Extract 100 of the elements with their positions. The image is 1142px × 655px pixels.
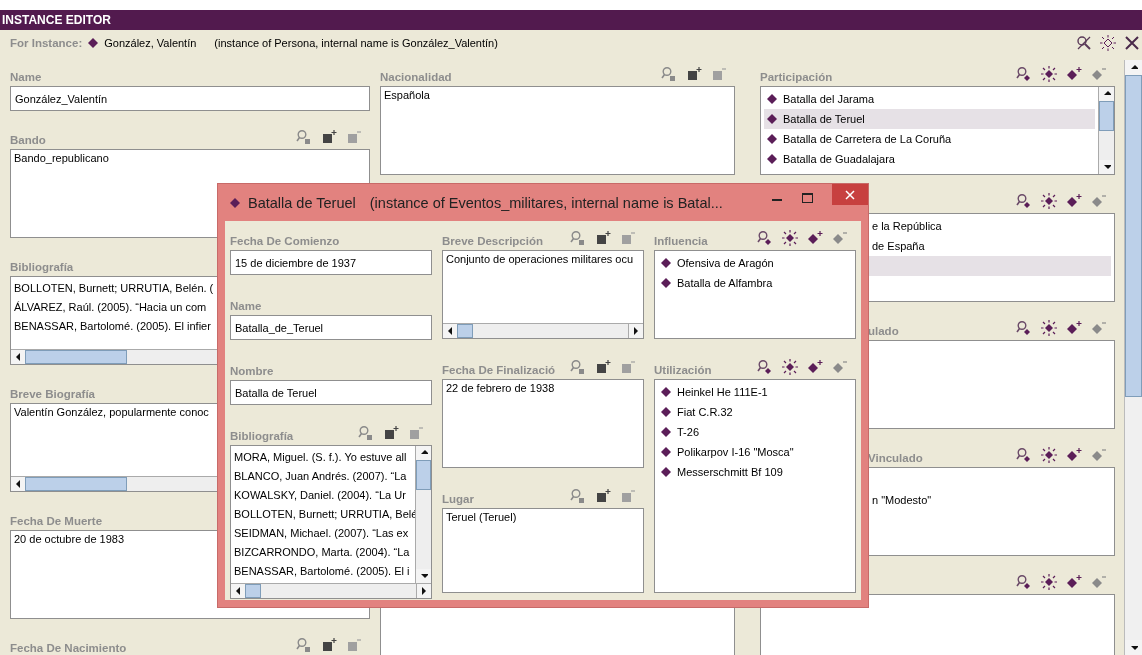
burst-icon[interactable] [1041,192,1057,209]
field-text: Española [384,89,430,101]
burst-icon[interactable] [1041,446,1057,463]
field-label: Fecha De Muerte [10,515,103,527]
square-plus-icon[interactable] [686,65,702,82]
bibliography-list[interactable] [230,445,432,599]
bibliography-entry[interactable]: BOLLOTEN, Burnett; URRUTIA, Belén. ( [14,279,214,298]
diamond-plus-icon[interactable] [807,358,823,375]
for-instance-label: For Instance: [10,37,83,49]
maximize-icon[interactable] [801,193,813,203]
diamond-minus-icon[interactable] [832,358,848,375]
text-area[interactable]: Teruel (Teruel) [442,508,644,593]
horizontal-scrollbar[interactable] [231,583,431,598]
field-label: Bando [10,134,46,146]
diamond-minus-icon[interactable] [1091,65,1107,82]
left-arrow-icon[interactable] [446,326,454,336]
square-plus-icon[interactable] [321,636,337,653]
list-item[interactable]: Batalla de Teruel [764,109,1095,129]
instance-list[interactable]: Ofensiva de Aragón Batalla de Alfambra [654,250,856,339]
magnifier-icon[interactable] [1016,65,1032,82]
bibliography-entry[interactable]: ÁLVAREZ, Raúl. (2005). “Hacia un com [14,298,207,317]
text-field[interactable]: González_Valentín [10,86,370,111]
text-field[interactable]: 15 de diciembre de 1937 [230,250,432,275]
field-text: Teruel (Teruel) [446,511,517,523]
scroll-thumb[interactable] [245,584,261,598]
vertical-scrollbar[interactable] [1098,87,1114,174]
diamond-minus-icon[interactable] [1091,446,1107,463]
left-arrow-icon[interactable] [14,479,22,489]
list-item[interactable]: de España [869,236,1111,256]
list-item[interactable]: e la República [869,216,1111,236]
magnifier-icon[interactable] [1016,446,1032,463]
square-plus-icon[interactable] [595,229,611,246]
list-item[interactable]: Batalla de Guadalajara [764,149,1095,169]
diamond-plus-icon[interactable] [1066,319,1082,336]
diamond-plus-icon[interactable] [1066,573,1082,590]
diamond-plus-icon[interactable] [1066,65,1082,82]
list-item[interactable]: n "Modesto" [869,490,1111,510]
square-plus-icon[interactable] [383,424,399,441]
scroll-thumb[interactable] [416,460,431,490]
close-icon[interactable] [1124,35,1140,51]
magnifier-icon[interactable] [757,229,773,246]
field-label: Vinculado [868,452,923,464]
diamond-minus-icon[interactable] [832,229,848,246]
diamond-minus-icon[interactable] [1091,192,1107,209]
square-plus-icon[interactable] [595,358,611,375]
instance-info: (instance of Persona, internal name is González_Valentín) [214,37,498,49]
list-item[interactable]: T-26 [658,422,852,442]
magnifier-icon[interactable] [757,358,773,375]
down-arrow-icon[interactable] [1102,162,1111,172]
field-label: Utilización [654,364,712,376]
field-text: Valentín González, popularmente conoc [14,406,209,418]
dialog-title: Batalla de Teruel [248,194,356,211]
square-plus-icon[interactable] [595,487,611,504]
close-button[interactable] [832,184,868,205]
field-label: Breve Descripción [442,235,543,247]
instance-list[interactable]: Batalla del Jarama Batalla de Teruel Batalla de Carretera de La Coruña Batalla de Guadalajara [760,86,1115,175]
text-field[interactable]: Batalla de Teruel [230,380,432,405]
field-label: Bibliografía [10,261,74,273]
scroll-thumb[interactable] [457,324,473,338]
magnifier-icon[interactable] [1016,192,1032,209]
burst-icon[interactable] [782,358,798,375]
diamond-minus-icon[interactable] [1091,573,1107,590]
diamond-minus-icon[interactable] [1091,319,1107,336]
left-arrow-icon[interactable] [234,586,242,596]
burst-icon[interactable] [1041,319,1057,336]
field-label: ulado [868,325,899,337]
bibliography-entry[interactable]: BENASSAR, Bartolomé. (2005). El infier [14,317,211,336]
magnifier-slash-icon[interactable] [1076,35,1092,51]
list-item[interactable]: Batalla del Jarama [764,89,1095,109]
list-item[interactable]: Polikarpov I-16 "Mosca" [658,442,852,462]
text-area[interactable]: Española [380,86,735,175]
instance-list[interactable]: Heinkel He 111E-1 Fiat C.R.32 T-26 Polikarpov I-16 "Mosca" Messerschmitt Bf 109 [654,379,856,593]
diamond-plus-icon[interactable] [807,229,823,246]
field-text: 22 de febrero de 1938 [446,382,555,394]
horizontal-scrollbar[interactable] [443,323,643,338]
magnifier-icon[interactable] [1016,573,1032,590]
diamond-plus-icon[interactable] [1066,192,1082,209]
list-item[interactable]: Fiat C.R.32 [658,402,852,422]
diamond-plus-icon[interactable] [1066,446,1082,463]
left-arrow-icon[interactable] [14,352,22,362]
scroll-thumb[interactable] [25,350,127,364]
burst-icon[interactable] [1041,65,1057,82]
scroll-thumb[interactable] [25,477,127,491]
list-item[interactable]: Heinkel He 111E-1 [658,382,852,402]
burst-icon[interactable] [1100,35,1116,51]
square-plus-icon[interactable] [321,128,337,145]
list-item[interactable]: Batalla de Carretera de La Coruña [764,129,1095,149]
burst-icon[interactable] [1041,573,1057,590]
right-arrow-icon[interactable] [632,326,640,336]
text-area[interactable]: Conjunto de operaciones militares ocu [442,250,644,339]
burst-icon[interactable] [782,229,798,246]
right-arrow-icon[interactable] [420,586,428,596]
magnifier-icon[interactable] [1016,319,1032,336]
down-arrow-icon[interactable] [419,571,428,581]
vertical-scrollbar[interactable] [415,446,431,583]
vertical-scrollbar[interactable] [1124,60,1142,655]
text-field[interactable]: Batalla_de_Teruel [230,315,432,340]
text-area[interactable]: 22 de febrero de 1938 [442,379,644,468]
field-label: Fecha De Comienzo [230,235,340,247]
scroll-thumb[interactable] [1099,101,1114,131]
